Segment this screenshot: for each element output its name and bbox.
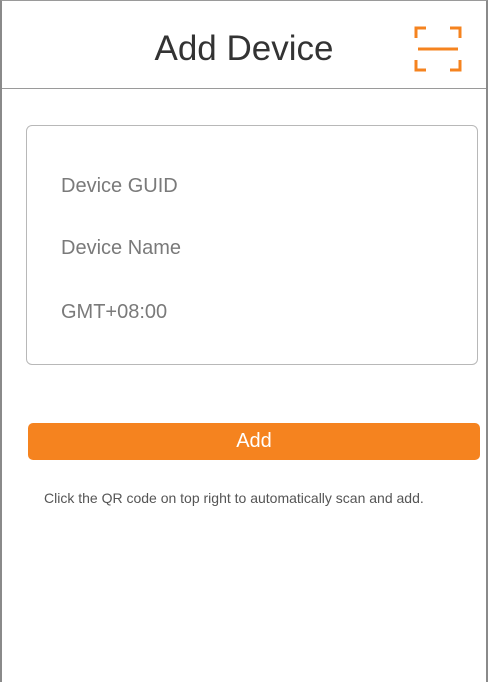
timezone-select[interactable]: GMT+08:00 [37, 290, 467, 334]
header-bar: Add Device [2, 1, 486, 89]
scan-hint-text: Click the QR code on top right to automa… [44, 490, 424, 506]
add-button[interactable]: Add [28, 423, 480, 460]
device-form-card: GMT+08:00 [26, 125, 478, 365]
add-device-screen: Add Device GMT+08:00 Add Click the QR co… [0, 0, 488, 682]
device-name-input[interactable] [37, 226, 467, 270]
qr-scan-icon [414, 26, 462, 72]
device-guid-input[interactable] [37, 164, 467, 208]
qr-scan-button[interactable] [414, 26, 462, 72]
